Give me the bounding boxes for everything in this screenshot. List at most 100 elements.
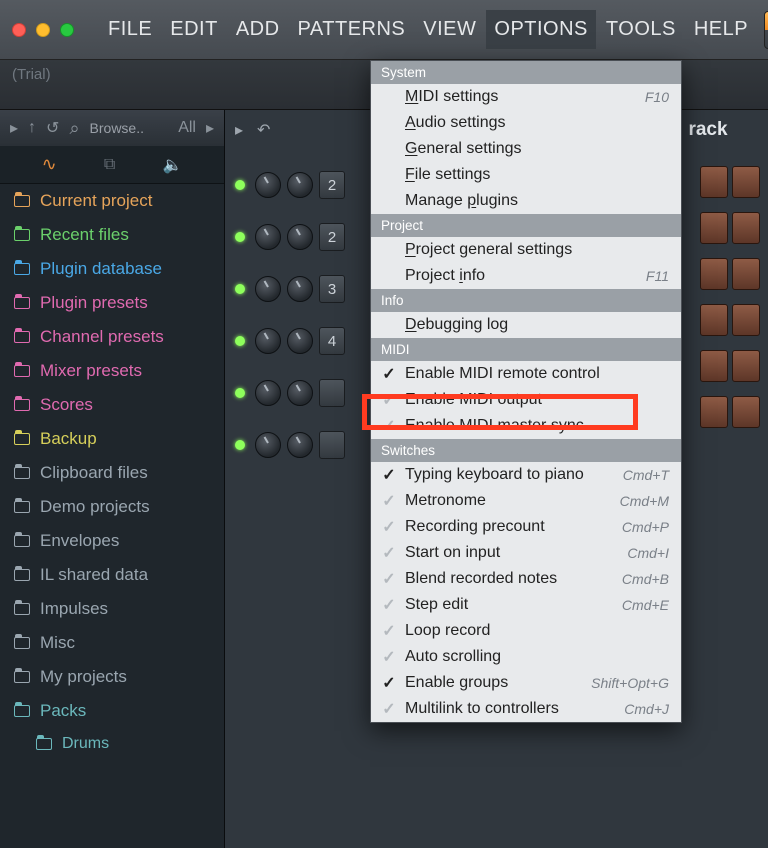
dropdown-toggle-item[interactable]: ✓Enable MIDI output: [371, 387, 681, 413]
dropdown-toggle-item[interactable]: ✓Loop record: [371, 618, 681, 644]
browser-item[interactable]: Channel presets: [0, 320, 224, 354]
zoom-window-button[interactable]: [60, 23, 74, 37]
step-button[interactable]: [700, 258, 728, 290]
channel-led[interactable]: [235, 440, 245, 450]
speaker-icon[interactable]: 🔈: [162, 155, 182, 175]
menu-file[interactable]: FILE: [100, 10, 160, 49]
dropdown-toggle-item[interactable]: ✓Step editCmd+E: [371, 592, 681, 618]
menu-patterns[interactable]: PATTERNS: [290, 10, 414, 49]
menu-tools[interactable]: TOOLS: [598, 10, 684, 49]
dropdown-toggle-item[interactable]: ✓Blend recorded notesCmd+B: [371, 566, 681, 592]
menu-options[interactable]: OPTIONS: [486, 10, 596, 49]
dropdown-toggle-item[interactable]: ✓Enable MIDI remote control: [371, 361, 681, 387]
dropdown-item[interactable]: File settings: [371, 162, 681, 188]
pan-knob[interactable]: [255, 380, 281, 406]
browser-item[interactable]: Misc: [0, 626, 224, 660]
browser-item[interactable]: Clipboard files: [0, 456, 224, 490]
pan-knob[interactable]: [255, 432, 281, 458]
browser-item[interactable]: Backup: [0, 422, 224, 456]
volume-knob[interactable]: [287, 432, 313, 458]
browser-collapse-icon[interactable]: [10, 118, 18, 138]
channel-number[interactable]: [319, 379, 345, 407]
dropdown-toggle-item[interactable]: ✓Multilink to controllersCmd+J: [371, 696, 681, 722]
browser-up-icon[interactable]: ↑: [28, 119, 36, 137]
dropdown-toggle-item[interactable]: ✓Enable MIDI master sync: [371, 413, 681, 439]
browser-item[interactable]: Scores: [0, 388, 224, 422]
menu-edit[interactable]: EDIT: [162, 10, 226, 49]
step-button[interactable]: [700, 212, 728, 244]
browser-item-label: Plugin database: [40, 259, 162, 279]
dropdown-item[interactable]: MIDI settingsF10: [371, 84, 681, 110]
browser-item[interactable]: IL shared data: [0, 558, 224, 592]
step-button[interactable]: [700, 350, 728, 382]
menu-help[interactable]: HELP: [686, 10, 756, 49]
volume-knob[interactable]: [287, 276, 313, 302]
browser-redo-icon[interactable]: ↺: [46, 118, 59, 138]
copy-icon[interactable]: ⧉: [104, 156, 115, 174]
menu-add[interactable]: ADD: [228, 10, 288, 49]
channel-led[interactable]: [235, 180, 245, 190]
channel-led[interactable]: [235, 232, 245, 242]
minimize-window-button[interactable]: [36, 23, 50, 37]
step-button[interactable]: [732, 258, 760, 290]
pan-knob[interactable]: [255, 224, 281, 250]
channel-number[interactable]: 4: [319, 327, 345, 355]
volume-knob[interactable]: [287, 380, 313, 406]
browser-item[interactable]: Demo projects: [0, 490, 224, 524]
dropdown-toggle-item[interactable]: ✓Recording precountCmd+P: [371, 514, 681, 540]
step-button[interactable]: [732, 166, 760, 198]
dropdown-toggle-item[interactable]: ✓Auto scrolling: [371, 644, 681, 670]
browser-item[interactable]: Mixer presets: [0, 354, 224, 388]
dropdown-item[interactable]: Manage plugins: [371, 188, 681, 214]
browser-item-label: Scores: [40, 395, 93, 415]
pan-knob[interactable]: [255, 172, 281, 198]
channel-menu-icon[interactable]: [235, 120, 243, 140]
search-icon[interactable]: [69, 118, 79, 139]
step-button[interactable]: [700, 304, 728, 336]
channel-led[interactable]: [235, 336, 245, 346]
dropdown-item[interactable]: Project general settings: [371, 237, 681, 263]
pan-knob[interactable]: [255, 276, 281, 302]
browser-sub-item[interactable]: Drums: [0, 728, 224, 760]
browser-item[interactable]: Plugin presets: [0, 286, 224, 320]
waveform-icon[interactable]: ∿: [42, 154, 57, 175]
browser-filter-chevron-icon[interactable]: [206, 118, 214, 138]
step-button[interactable]: [732, 212, 760, 244]
volume-knob[interactable]: [287, 328, 313, 354]
step-button[interactable]: [732, 396, 760, 428]
dropdown-item[interactable]: General settings: [371, 136, 681, 162]
dropdown-toggle-item[interactable]: ✓Enable groupsShift+Opt+G: [371, 670, 681, 696]
step-button[interactable]: [732, 350, 760, 382]
browser-filter[interactable]: All: [178, 119, 196, 137]
step-button[interactable]: [700, 166, 728, 198]
channel-number[interactable]: 2: [319, 171, 345, 199]
browser-item[interactable]: Current project: [0, 184, 224, 218]
channel-number[interactable]: 2: [319, 223, 345, 251]
menu-view[interactable]: VIEW: [415, 10, 484, 49]
browser-item[interactable]: Plugin database: [0, 252, 224, 286]
channel-led[interactable]: [235, 388, 245, 398]
dropdown-toggle-item[interactable]: ✓MetronomeCmd+M: [371, 488, 681, 514]
browser-item[interactable]: Envelopes: [0, 524, 224, 558]
undo-icon[interactable]: ↶: [257, 120, 270, 140]
step-button[interactable]: [732, 304, 760, 336]
browser-item[interactable]: Recent files: [0, 218, 224, 252]
pat-song-toggle[interactable]: PAT SONG: [764, 11, 768, 49]
browser-item[interactable]: Packs: [0, 694, 224, 728]
channel-number[interactable]: [319, 431, 345, 459]
volume-knob[interactable]: [287, 224, 313, 250]
close-window-button[interactable]: [12, 23, 26, 37]
volume-knob[interactable]: [287, 172, 313, 198]
dropdown-item-label: File settings: [405, 166, 490, 184]
step-button[interactable]: [700, 396, 728, 428]
dropdown-item[interactable]: Debugging log: [371, 312, 681, 338]
dropdown-item[interactable]: Audio settings: [371, 110, 681, 136]
browser-item[interactable]: My projects: [0, 660, 224, 694]
pan-knob[interactable]: [255, 328, 281, 354]
dropdown-toggle-item[interactable]: ✓Start on inputCmd+I: [371, 540, 681, 566]
dropdown-item[interactable]: Project infoF11: [371, 263, 681, 289]
browser-item[interactable]: Impulses: [0, 592, 224, 626]
dropdown-toggle-item[interactable]: ✓Typing keyboard to pianoCmd+T: [371, 462, 681, 488]
channel-number[interactable]: 3: [319, 275, 345, 303]
channel-led[interactable]: [235, 284, 245, 294]
